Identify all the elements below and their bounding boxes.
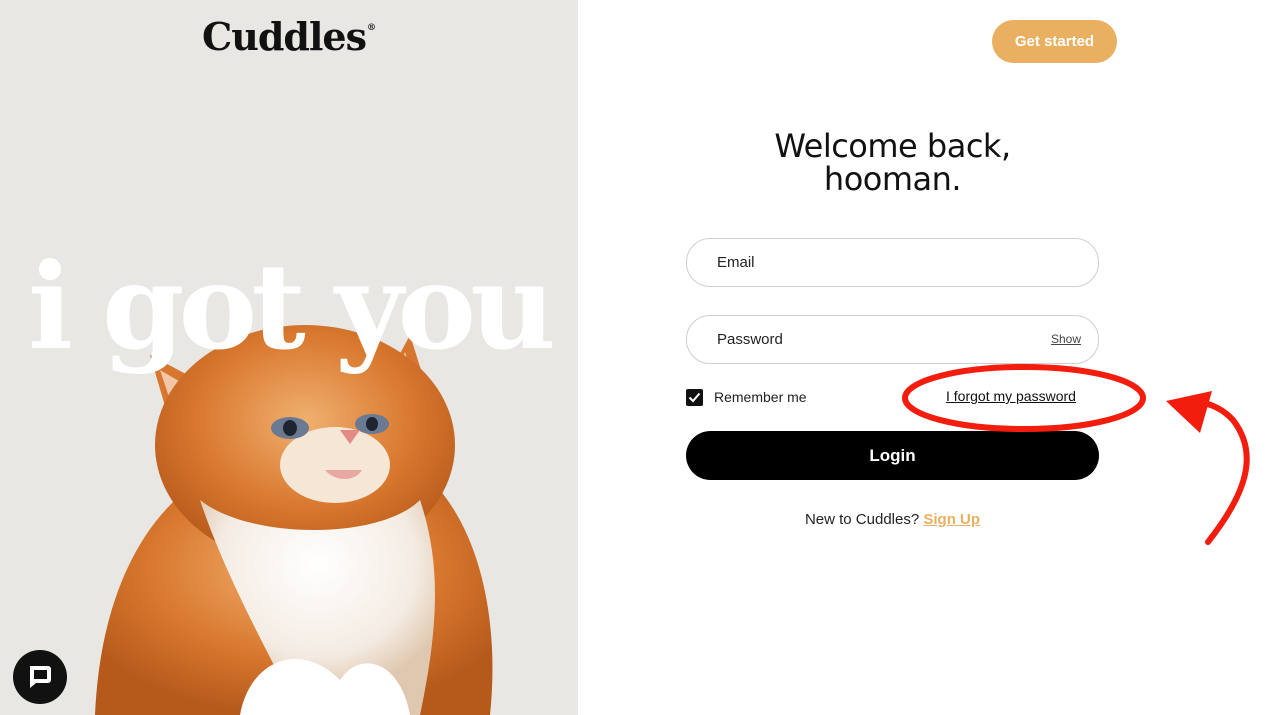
remember-label: Remember me	[714, 389, 807, 405]
password-field[interactable]: Show	[686, 315, 1099, 364]
checkmark-icon	[688, 392, 701, 402]
chat-bubble-icon	[30, 666, 51, 688]
registered-mark: ®	[367, 23, 377, 33]
chat-button[interactable]	[13, 650, 67, 704]
title-line-2: hooman.	[823, 160, 962, 198]
password-input[interactable]	[717, 316, 1017, 363]
get-started-button[interactable]: Get started	[992, 20, 1117, 63]
login-button[interactable]: Login	[686, 431, 1099, 480]
brand-logo[interactable]: Cuddles®	[0, 14, 578, 59]
remember-me[interactable]: Remember me	[686, 388, 807, 406]
page-title: Welcome back, hooman.	[686, 130, 1099, 196]
forgot-password-link[interactable]: I forgot my password	[946, 388, 1076, 404]
hero-panel: Cuddles® i got you	[0, 0, 578, 715]
red-curved-arrow	[1197, 399, 1250, 545]
email-field[interactable]	[686, 238, 1099, 287]
email-input[interactable]	[717, 239, 1017, 286]
signup-prompt-text: New to Cuddles?	[804, 511, 920, 528]
show-password-toggle[interactable]: Show	[1051, 332, 1081, 346]
signup-link[interactable]: Sign Up	[923, 511, 980, 528]
signup-prompt: New to Cuddles? Sign Up	[686, 511, 1099, 528]
logo-text: Cuddles	[201, 14, 367, 59]
arrow-head	[1166, 391, 1212, 433]
hero-tagline: i got you	[28, 237, 556, 376]
remember-checkbox[interactable]	[686, 388, 703, 406]
